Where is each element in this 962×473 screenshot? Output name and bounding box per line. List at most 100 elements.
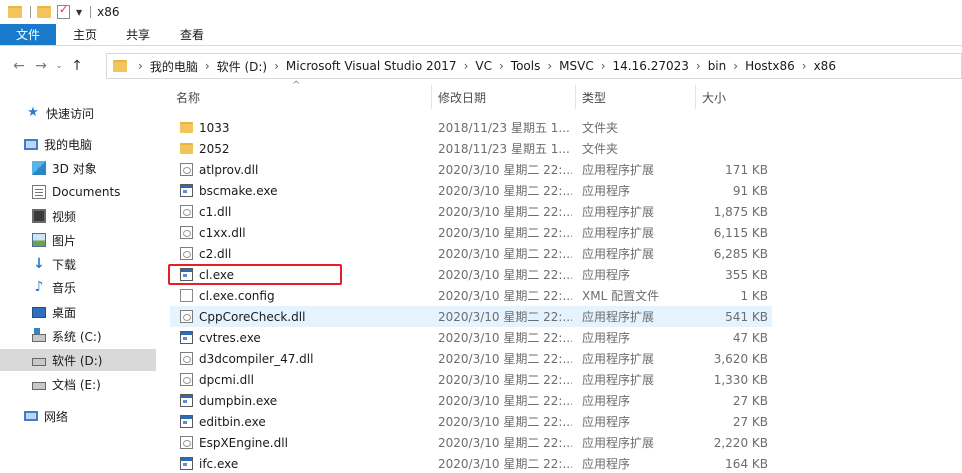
quick-access-dropdown-icon[interactable]: ▼ <box>76 8 82 17</box>
file-row[interactable]: CppCoreCheck.dll 2020/3/10 星期二 22:... 应用程序… <box>170 306 772 327</box>
breadcrumb-item[interactable]: 我的电脑 <box>150 58 198 75</box>
file-row[interactable]: d3dcompiler_47.dll 2020/3/10 星期二 22:... 应用… <box>170 348 772 369</box>
breadcrumb-item[interactable]: Tools <box>511 59 541 73</box>
chevron-right-icon[interactable]: › <box>547 59 552 73</box>
chevron-right-icon[interactable]: › <box>274 59 279 73</box>
file-row[interactable]: EspXEngine.dll 2020/3/10 星期二 22:... 应用程序扩展… <box>170 432 772 453</box>
back-arrow-icon[interactable]: ← <box>8 58 30 74</box>
file-row[interactable]: ifc.exe 2020/3/10 星期二 22:... 应用程序 164 KB <box>170 453 772 473</box>
breadcrumb-item-current[interactable]: x86 <box>814 59 836 73</box>
tab-file[interactable]: 文件 <box>0 24 56 45</box>
new-folder-icon[interactable] <box>37 6 51 18</box>
sidebar-item-videos[interactable]: 视频 <box>0 205 156 227</box>
sidebar-item-desktop[interactable]: 桌面 <box>0 301 156 323</box>
file-row[interactable]: 2052 2018/11/23 星期五 1... 文件夹 <box>170 138 772 159</box>
sidebar-item-downloads[interactable]: ↓ 下载 <box>0 253 156 275</box>
forward-arrow-icon[interactable]: → <box>30 58 52 74</box>
file-name: 2052 <box>199 141 230 156</box>
file-date: 2020/3/10 星期二 22:... <box>438 184 572 198</box>
sidebar-item-quick-access[interactable]: ★ 快速访问 <box>0 102 156 124</box>
sidebar-item-documents[interactable]: Documents <box>0 181 156 203</box>
file-name: cvtres.exe <box>199 330 261 345</box>
address-bar[interactable]: › 我的电脑 › 软件 (D:) › Microsoft Visual Stud… <box>106 53 962 79</box>
file-date: 2020/3/10 星期二 22:... <box>438 415 572 429</box>
sidebar-item-label: 网络 <box>44 409 69 424</box>
file-row[interactable]: c1.dll 2020/3/10 星期二 22:... 应用程序扩展 1,875 KB <box>170 201 772 222</box>
file-size: 1 KB <box>740 288 768 303</box>
file-type: 应用程序 <box>582 457 631 471</box>
breadcrumb-item[interactable]: VC <box>475 59 492 73</box>
computer-icon <box>24 138 38 150</box>
chevron-right-icon[interactable]: › <box>696 59 701 73</box>
file-size: 1,330 KB <box>713 372 768 387</box>
file-row[interactable]: dpcmi.dll 2020/3/10 星期二 22:... 应用程序扩展 1,330… <box>170 369 772 390</box>
tab-home[interactable]: 主页 <box>58 24 112 45</box>
file-row[interactable]: cvtres.exe 2020/3/10 星期二 22:... 应用程序 47 KB <box>170 327 772 348</box>
file-name: d3dcompiler_47.dll <box>199 351 314 366</box>
file-name: CppCoreCheck.dll <box>199 309 306 324</box>
file-date: 2020/3/10 星期二 22:... <box>438 394 572 408</box>
file-name: ifc.exe <box>199 456 239 471</box>
recent-locations-chevron-icon[interactable]: ⌄ <box>52 61 66 71</box>
file-row[interactable]: bscmake.exe 2020/3/10 星期二 22:... 应用程序 91 KB <box>170 180 772 201</box>
file-name-cell: 2052 <box>180 138 430 159</box>
file-row[interactable]: cl.exe.config 2020/3/10 星期二 22:... XML 配置文… <box>170 285 772 306</box>
file-date: 2020/3/10 星期二 22:... <box>438 310 572 324</box>
sidebar-item-3d-objects[interactable]: 3D 对象 <box>0 157 156 179</box>
sidebar-item-music[interactable]: ♪ 音乐 <box>0 276 156 298</box>
dll-file-icon <box>180 373 193 386</box>
chevron-right-icon[interactable]: › <box>601 59 606 73</box>
file-row[interactable]: c2.dll 2020/3/10 星期二 22:... 应用程序扩展 6,285 KB <box>170 243 772 264</box>
file-name: dpcmi.dll <box>199 372 254 387</box>
drive-icon <box>32 358 46 366</box>
file-date: 2020/3/10 星期二 22:... <box>438 352 572 366</box>
column-header-size[interactable]: 大小 <box>696 85 772 109</box>
breadcrumb-item[interactable]: Hostx86 <box>745 59 795 73</box>
file-name: editbin.exe <box>199 414 266 429</box>
file-date: 2020/3/10 星期二 22:... <box>438 331 572 345</box>
breadcrumb-item[interactable]: 14.16.27023 <box>613 59 689 73</box>
tab-share[interactable]: 共享 <box>112 24 164 45</box>
sidebar-item-pictures[interactable]: 图片 <box>0 229 156 251</box>
breadcrumb-item[interactable]: Microsoft Visual Studio 2017 <box>286 59 457 73</box>
chevron-right-icon[interactable]: › <box>464 59 469 73</box>
breadcrumb-item[interactable]: bin <box>708 59 727 73</box>
3d-objects-icon <box>32 161 46 175</box>
column-header-name[interactable]: 名称 <box>170 85 432 109</box>
chevron-right-icon[interactable]: › <box>499 59 504 73</box>
file-row[interactable]: 1033 2018/11/23 星期五 1... 文件夹 <box>170 117 772 138</box>
file-type: 文件夹 <box>582 142 619 156</box>
toolbar-separator <box>90 6 92 18</box>
file-name: 1033 <box>199 120 230 135</box>
chevron-right-icon[interactable]: › <box>733 59 738 73</box>
file-row[interactable]: editbin.exe 2020/3/10 星期二 22:... 应用程序 27 KB <box>170 411 772 432</box>
download-icon: ↓ <box>33 256 45 272</box>
chevron-right-icon[interactable]: › <box>138 59 143 73</box>
breadcrumb-item[interactable]: MSVC <box>559 59 594 73</box>
dll-file-icon <box>180 310 193 323</box>
file-date: 2020/3/10 星期二 22:... <box>438 205 572 219</box>
file-name-cell: atlprov.dll <box>180 159 430 180</box>
sidebar-item-this-pc[interactable]: 我的电脑 <box>0 133 156 155</box>
breadcrumb-item[interactable]: 软件 (D:) <box>217 58 267 75</box>
up-arrow-icon[interactable]: ↑ <box>66 58 88 74</box>
properties-icon[interactable] <box>57 3 70 19</box>
chevron-right-icon[interactable]: › <box>802 59 807 73</box>
file-name-cell: EspXEngine.dll <box>180 432 430 453</box>
sidebar-item-network[interactable]: 网络 <box>0 405 156 427</box>
sidebar-item-drive-c[interactable]: 系统 (C:) <box>0 325 156 347</box>
file-row[interactable]: c1xx.dll 2020/3/10 星期二 22:... 应用程序扩展 6,115 … <box>170 222 772 243</box>
sidebar-item-drive-d[interactable]: 软件 (D:) <box>0 349 156 371</box>
sidebar-item-label: Documents <box>52 185 121 199</box>
chevron-right-icon[interactable]: › <box>205 59 210 73</box>
file-type: 应用程序扩展 <box>582 373 655 387</box>
folder-icon <box>180 143 193 154</box>
column-header-date[interactable]: 修改日期 <box>432 85 576 109</box>
file-name-cell: editbin.exe <box>180 411 430 432</box>
column-header-type[interactable]: 类型 <box>576 85 696 109</box>
sidebar-item-drive-e[interactable]: 文档 (E:) <box>0 373 156 395</box>
file-row[interactable]: atlprov.dll 2020/3/10 星期二 22:... 应用程序扩展 171… <box>170 159 772 180</box>
file-row[interactable]: dumpbin.exe 2020/3/10 星期二 22:... 应用程序 27 KB <box>170 390 772 411</box>
tab-view[interactable]: 查看 <box>164 24 220 45</box>
file-name: cl.exe.config <box>199 288 275 303</box>
